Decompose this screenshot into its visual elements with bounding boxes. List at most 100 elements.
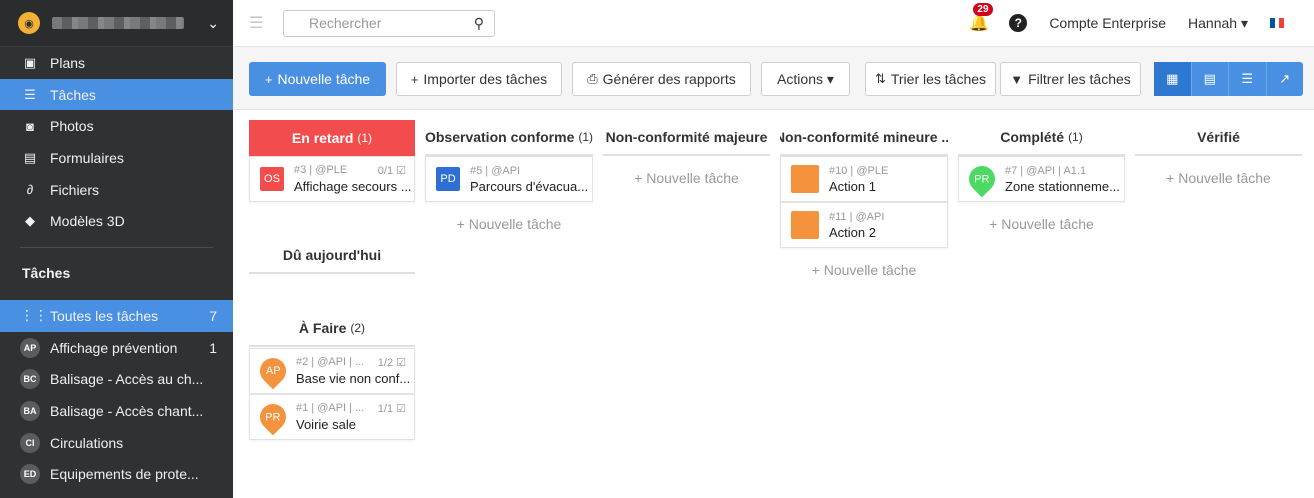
category-badge: AP	[254, 352, 292, 390]
account-link[interactable]: Compte Enterprise	[1049, 15, 1166, 31]
search-placeholder: Rechercher	[309, 15, 382, 31]
category-badge	[791, 211, 819, 239]
search-icon[interactable]: ⚲	[474, 15, 484, 32]
sidebar-item-files[interactable]: ∂ Fichiers	[0, 174, 233, 206]
task-card[interactable]: AP #2 | @API | ... 1/2 ☑ Base vie non con…	[249, 348, 415, 394]
clipboard-icon: ▤	[23, 149, 37, 165]
sidebar-item-plans[interactable]: ▣ Plans	[0, 47, 233, 79]
category-badge: OS	[260, 167, 284, 191]
task-card[interactable]: PR #1 | @API | ... 1/1 ☑ Voirie sale	[249, 394, 415, 440]
french-flag-icon[interactable]	[1270, 18, 1285, 28]
actions-dropdown[interactable]: Actions ▾	[761, 62, 850, 96]
new-task-label: Nouvelle tâche	[277, 71, 371, 87]
calendar-view-icon[interactable]: ▤	[1192, 62, 1229, 96]
sidebar-item-label: Tâches	[50, 86, 96, 103]
column-title: En retard	[291, 130, 354, 146]
category-badge	[791, 165, 819, 193]
task-meta: #11 | @API	[829, 210, 885, 223]
column-title: Complété	[1000, 129, 1065, 145]
sidebar-item-photos[interactable]: ◙ Photos	[0, 110, 233, 142]
board-view-icon[interactable]: ▦	[1154, 62, 1192, 96]
task-meta: #10 | @PLE	[829, 164, 889, 177]
task-progress: 1/2	[377, 357, 394, 369]
view-switcher: ▦ ▤ ☰ ↗	[1154, 62, 1303, 96]
new-task-button[interactable]: + Nouvelle tâche	[249, 62, 386, 96]
sidebar-item-3d-models[interactable]: ◆ Modèles 3D	[0, 205, 233, 237]
gantt-view-icon[interactable]: ☰	[1229, 62, 1267, 96]
category-badge: ED	[20, 464, 40, 485]
checkbox-icon: ☑	[396, 165, 406, 177]
sidebar-item-forms[interactable]: ▤ Formulaires	[0, 142, 233, 174]
search-input[interactable]: Rechercher ⚲	[283, 9, 495, 37]
task-title: Voirie sale	[296, 417, 356, 432]
filter-icon: ▼	[1010, 71, 1024, 87]
sidebar-item-label: Photos	[50, 118, 94, 135]
company-logo-icon: ◉	[18, 12, 40, 34]
column-title: Non-conformité mineure ...	[780, 129, 948, 145]
category-label: Equipements de prote...	[50, 466, 199, 483]
chevron-down-icon[interactable]: ⌄	[207, 15, 219, 32]
task-card[interactable]: #11 | @API Action 2	[780, 202, 948, 248]
category-item[interactable]: BC Balisage - Accès au ch...	[0, 364, 233, 396]
add-task-link[interactable]: + Nouvelle tâche	[425, 216, 593, 232]
sidebar: ◉ ⌄ ▣ Plans ☰ Tâches ◙ Photos ▤ Formulai…	[0, 0, 233, 498]
task-progress: 1/1	[377, 403, 394, 415]
column-header-due-today[interactable]: Dû aujourd'hui	[249, 238, 415, 274]
category-badge: PR	[963, 160, 1001, 198]
category-badge: BC	[20, 369, 40, 390]
notifications-button[interactable]: 🔔 29	[969, 3, 993, 33]
column-header-minor-nc[interactable]: Non-conformité mineure ...	[780, 120, 948, 156]
add-task-link[interactable]: + Nouvelle tâche	[780, 262, 948, 278]
task-meta: #1 | @API | ...	[296, 402, 365, 414]
column-title: Non-conformité majeure	[605, 129, 768, 145]
column-header-compliant[interactable]: Observation conforme (1)	[425, 120, 593, 156]
help-icon[interactable]: ?	[1009, 14, 1028, 32]
hamburger-menu-icon[interactable]: ☰	[249, 13, 267, 33]
column-header-todo[interactable]: À Faire (2)	[249, 311, 415, 347]
column-header-major-nc[interactable]: Non-conformité majeure	[603, 120, 770, 156]
list-icon: ☰	[24, 86, 36, 102]
printer-icon: ⎙	[587, 71, 598, 86]
category-item[interactable]: BA Balisage - Accès chant...	[0, 395, 233, 427]
task-meta: #3 | @PLE	[294, 164, 348, 176]
add-task-link[interactable]: + Nouvelle tâche	[603, 170, 770, 186]
sort-tasks-button[interactable]: ⇅ Trier les tâches	[865, 62, 996, 96]
sort-icon: ⇅	[874, 71, 886, 86]
sidebar-item-tasks[interactable]: ☰ Tâches	[0, 78, 233, 111]
task-meta: #5 | @API	[470, 164, 521, 177]
filter-tasks-button[interactable]: ▼ Filtrer les tâches	[1000, 62, 1141, 96]
task-card[interactable]: OS #3 | @PLE 0/1 ☑ Affichage secours ...	[249, 156, 415, 202]
column-count: (1)	[357, 131, 373, 145]
filter-label: Filtrer les tâches	[1028, 71, 1131, 87]
sidebar-item-label: Modèles 3D	[50, 213, 125, 230]
paperclip-icon: ∂	[26, 182, 34, 198]
category-item[interactable]: ED Equipements de prote...	[0, 459, 233, 491]
notification-count-badge: 29	[973, 3, 993, 16]
cube-icon: ◆	[25, 213, 35, 229]
task-title: Action 1	[829, 178, 876, 194]
chart-view-icon[interactable]: ↗	[1267, 62, 1304, 96]
category-count: 1	[209, 339, 217, 356]
column-count: (1)	[1068, 130, 1083, 144]
add-task-link[interactable]: + Nouvelle tâche	[1135, 170, 1302, 186]
task-card[interactable]: PD #5 | @API Parcours d'évacua...	[425, 156, 593, 202]
user-menu[interactable]: Hannah ▾	[1188, 15, 1248, 32]
task-card[interactable]: PR #7 | @API | A1.1 Zone stationneme...	[958, 156, 1125, 202]
category-item[interactable]: AP Affichage prévention 1	[0, 332, 233, 364]
category-item[interactable]: CI Circulations	[0, 427, 233, 459]
generate-reports-button[interactable]: ⎙ Générer des rapports	[572, 62, 751, 96]
checkbox-icon: ☑	[396, 403, 406, 415]
column-header-verified[interactable]: Vérifié	[1135, 120, 1302, 156]
task-title: Parcours d'évacua...	[470, 178, 589, 194]
category-all-tasks[interactable]: ⋮⋮ Toutes les tâches 7	[0, 300, 233, 332]
task-card[interactable]: #10 | @PLE Action 1	[780, 156, 948, 202]
column-header-overdue[interactable]: En retard (1)	[249, 120, 415, 156]
checkbox-icon: ☑	[396, 357, 406, 369]
sort-label: Trier les tâches	[890, 71, 987, 87]
add-task-link[interactable]: + Nouvelle tâche	[958, 216, 1125, 232]
task-title: Action 2	[829, 224, 876, 240]
import-tasks-button[interactable]: + Importer des tâches	[396, 62, 562, 96]
column-count: (1)	[578, 130, 593, 144]
column-header-completed[interactable]: Complété (1)	[958, 120, 1125, 156]
project-switcher[interactable]: ◉ ⌄	[0, 0, 233, 47]
